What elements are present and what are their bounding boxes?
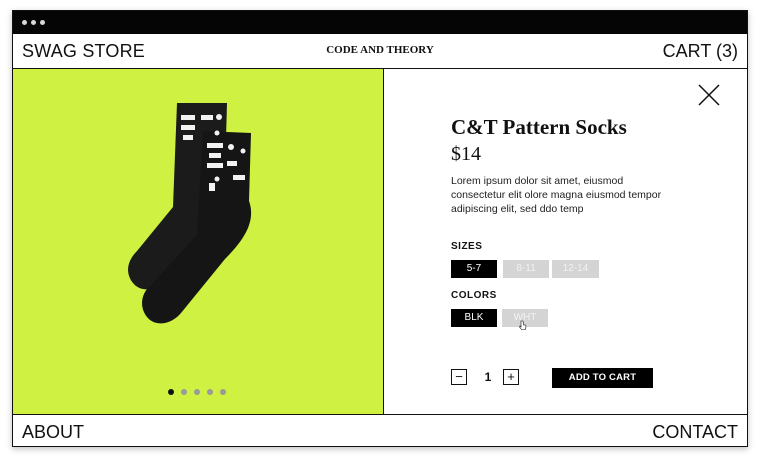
close-icon[interactable] (698, 84, 720, 106)
product-image-panel (13, 69, 384, 414)
carousel-dot[interactable] (168, 389, 174, 395)
brand-logo[interactable]: CODE AND THEORY (326, 44, 434, 56)
contact-link[interactable]: CONTACT (652, 422, 738, 443)
add-to-cart-button[interactable]: ADD TO CART (552, 368, 653, 388)
size-option-8-11[interactable]: 8-11 (503, 260, 549, 278)
carousel-dot[interactable] (194, 389, 200, 395)
top-nav: SWAG STORE CODE AND THEORY CART (3) (13, 34, 747, 69)
size-option-12-14[interactable]: 12-14 (552, 260, 599, 278)
window-title-bar (13, 11, 747, 34)
window-close-dot-icon[interactable] (22, 20, 27, 25)
browser-window: SWAG STORE CODE AND THEORY CART (3) C&T … (12, 10, 748, 447)
product-photo (128, 103, 252, 324)
carousel-dot[interactable] (181, 389, 187, 395)
sizes-label: SIZES (451, 241, 483, 252)
window-minimize-dot-icon[interactable] (31, 20, 36, 25)
carousel-dot[interactable] (220, 389, 226, 395)
cart-link[interactable]: CART (3) (663, 41, 738, 62)
footer-nav: ABOUT CONTACT (13, 414, 747, 446)
size-option-5-7[interactable]: 5-7 (451, 260, 497, 278)
store-name-link[interactable]: SWAG STORE (22, 41, 145, 62)
carousel-dot[interactable] (207, 389, 213, 395)
product-details-panel: C&T Pattern Socks $14 Lorem ipsum dolor … (384, 69, 747, 414)
quantity-value: 1 (484, 370, 492, 384)
colors-label: COLORS (451, 290, 497, 301)
pointer-cursor-icon (519, 320, 527, 330)
quantity-decrement-button[interactable]: − (451, 369, 467, 385)
about-link[interactable]: ABOUT (22, 422, 84, 443)
quantity-increment-button[interactable]: + (503, 369, 519, 385)
product-title: C&T Pattern Socks (451, 115, 627, 139)
product-price: $14 (451, 143, 481, 165)
window-maximize-dot-icon[interactable] (40, 20, 45, 25)
color-option-blk[interactable]: BLK (451, 309, 497, 327)
product-description: Lorem ipsum dolor sit amet, eiusmod cons… (451, 175, 662, 215)
